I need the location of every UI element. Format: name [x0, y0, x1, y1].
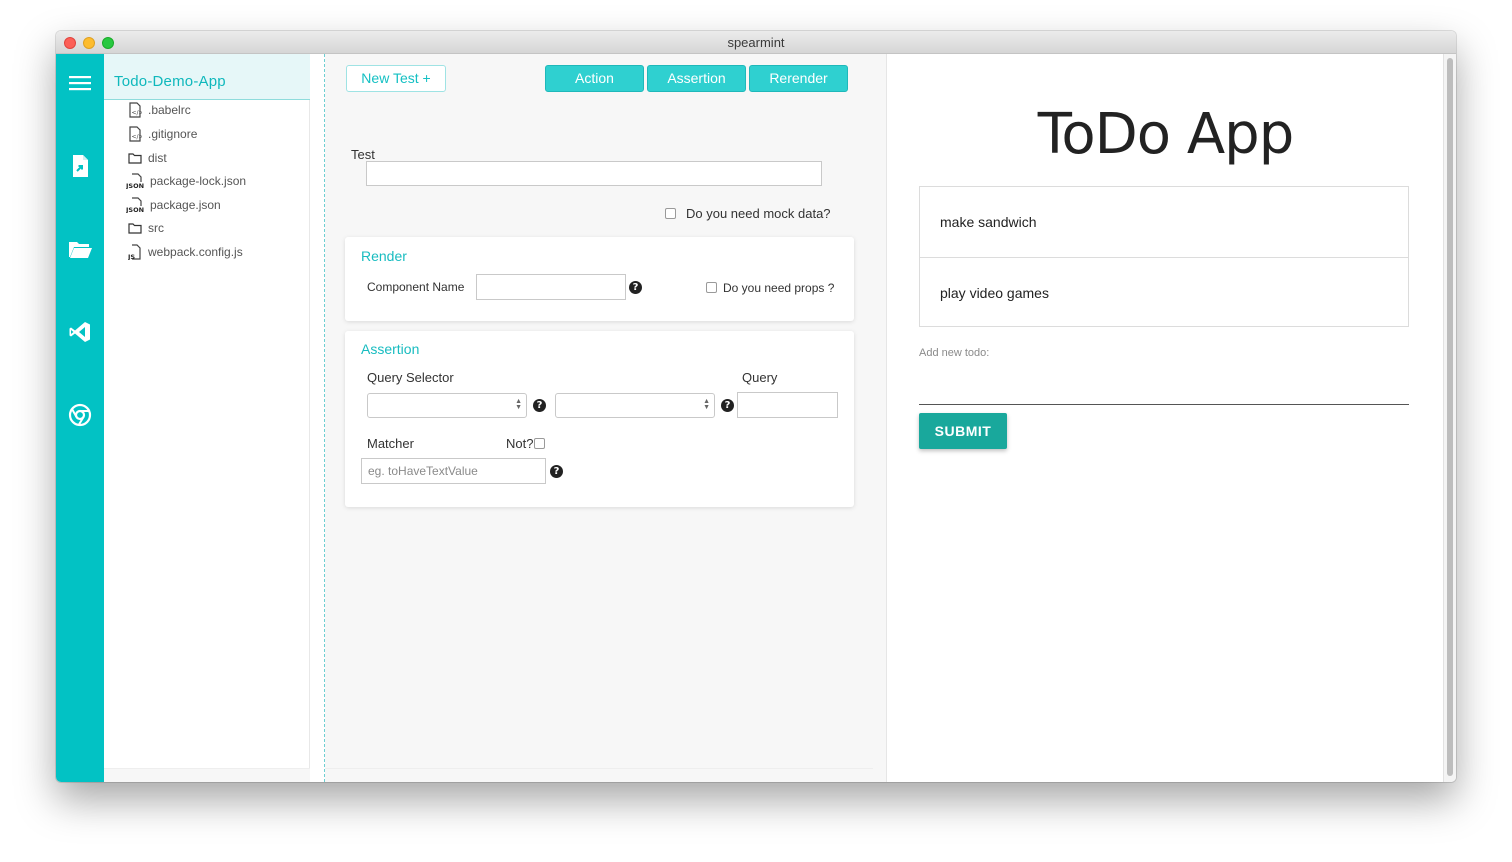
todo-app-title: ToDo App	[1037, 102, 1295, 167]
file-item-package-lock[interactable]: JSON package-lock.json	[126, 171, 246, 191]
props-label: Do you need props ?	[723, 281, 835, 295]
test-builder-footer	[325, 768, 873, 782]
action-button[interactable]: Action	[545, 65, 644, 92]
select-arrows-icon: ▲ ▼	[703, 398, 710, 411]
svg-text:JSON: JSON	[126, 206, 144, 213]
file-tree-footer	[104, 768, 310, 782]
window-title: spearmint	[727, 35, 785, 50]
svg-text:</>: </>	[132, 134, 143, 141]
query-type-select[interactable]: ▲ ▼	[555, 393, 715, 418]
mock-data-label: Do you need mock data?	[686, 206, 831, 221]
submit-button[interactable]: SUBMIT	[919, 413, 1007, 449]
component-name-input[interactable]	[476, 274, 626, 300]
app-window: spearmint Todo-Demo-App </> .babelrc </>	[56, 31, 1456, 782]
chrome-icon[interactable]	[68, 403, 92, 427]
file-item-label: package-lock.json	[150, 174, 247, 188]
file-item-webpack-config[interactable]: JS webpack.config.js	[128, 242, 243, 262]
svg-text:JS: JS	[128, 253, 135, 260]
matcher-placeholder: eg. toHaveTextValue	[368, 464, 478, 478]
file-item-label: .babelrc	[148, 103, 191, 117]
config-file-icon: </>	[129, 126, 143, 142]
test-name-input[interactable]	[366, 161, 822, 186]
file-item-gitignore[interactable]: </> .gitignore	[128, 124, 197, 144]
todo-item[interactable]: make sandwich	[920, 187, 1408, 257]
folder-icon	[128, 223, 142, 234]
app-preview: ToDo App make sandwich play video games …	[888, 54, 1443, 782]
project-header[interactable]: Todo-Demo-App	[104, 54, 310, 100]
panel-gutter	[873, 54, 887, 782]
render-card: Render Component Name ? Do you need prop…	[345, 237, 854, 321]
matcher-label: Matcher	[367, 436, 414, 451]
test-builder-panel: New Test + Action Assertion Rerender Tes…	[325, 54, 873, 768]
help-icon[interactable]: ?	[629, 281, 642, 294]
rerender-button[interactable]: Rerender	[749, 65, 848, 92]
preview-scrollbar[interactable]	[1443, 54, 1456, 782]
window-maximize-button[interactable]	[102, 37, 114, 49]
help-icon[interactable]: ?	[533, 399, 546, 412]
title-bar: spearmint	[56, 31, 1456, 54]
json-file-icon: JSON	[126, 197, 144, 213]
menu-icon[interactable]	[68, 71, 92, 95]
export-file-icon[interactable]	[68, 154, 92, 178]
json-file-icon: JSON	[126, 173, 144, 189]
file-tree: Todo-Demo-App </> .babelrc </> .gitignor…	[104, 54, 310, 768]
folder-item-dist[interactable]: dist	[128, 148, 167, 168]
svg-text:JSON: JSON	[126, 182, 144, 189]
component-name-label: Component Name	[367, 280, 465, 294]
config-file-icon: </>	[129, 102, 143, 118]
file-item-babelrc[interactable]: </> .babelrc	[128, 100, 191, 120]
folder-icon	[128, 153, 142, 164]
scrollbar-thumb[interactable]	[1447, 58, 1453, 776]
help-icon[interactable]: ?	[550, 465, 563, 478]
mock-data-checkbox[interactable]	[665, 208, 676, 219]
file-item-label: webpack.config.js	[148, 245, 243, 259]
add-todo-input[interactable]	[919, 404, 1409, 405]
new-test-button[interactable]: New Test +	[346, 65, 446, 92]
matcher-input[interactable]: eg. toHaveTextValue	[361, 458, 546, 484]
query-selector-label: Query Selector	[367, 370, 454, 385]
project-name: Todo-Demo-App	[114, 73, 226, 90]
not-label: Not?	[506, 436, 534, 451]
file-item-label: src	[148, 221, 164, 235]
icon-sidebar	[56, 54, 104, 782]
not-checkbox[interactable]	[534, 438, 545, 449]
file-item-label: .gitignore	[148, 127, 198, 141]
window-close-button[interactable]	[64, 37, 76, 49]
add-todo-label: Add new todo:	[919, 347, 990, 359]
test-label: Test	[351, 147, 375, 162]
js-file-icon: JS	[128, 244, 141, 260]
render-card-title: Render	[361, 248, 407, 264]
props-checkbox[interactable]	[706, 282, 717, 293]
file-item-package[interactable]: JSON package.json	[126, 195, 221, 215]
vscode-icon[interactable]	[68, 320, 92, 344]
query-variant-select[interactable]: ▲ ▼	[367, 393, 527, 418]
todo-item[interactable]: play video games	[920, 257, 1408, 327]
query-label: Query	[742, 370, 778, 385]
todo-list: make sandwich play video games	[919, 186, 1409, 327]
file-item-label: dist	[148, 151, 167, 165]
file-item-label: package.json	[150, 198, 221, 212]
folder-item-src[interactable]: src	[128, 218, 164, 238]
assertion-button[interactable]: Assertion	[647, 65, 746, 92]
help-icon[interactable]: ?	[721, 399, 734, 412]
assertion-card-title: Assertion	[361, 341, 420, 357]
open-folder-icon[interactable]	[68, 237, 92, 261]
window-minimize-button[interactable]	[83, 37, 95, 49]
query-input[interactable]	[737, 392, 838, 418]
assertion-card: Assertion Query Selector Query ▲ ▼ ? ▲ ▼ ?…	[345, 331, 854, 507]
select-arrows-icon: ▲ ▼	[515, 398, 522, 411]
svg-text:</>: </>	[132, 110, 143, 117]
